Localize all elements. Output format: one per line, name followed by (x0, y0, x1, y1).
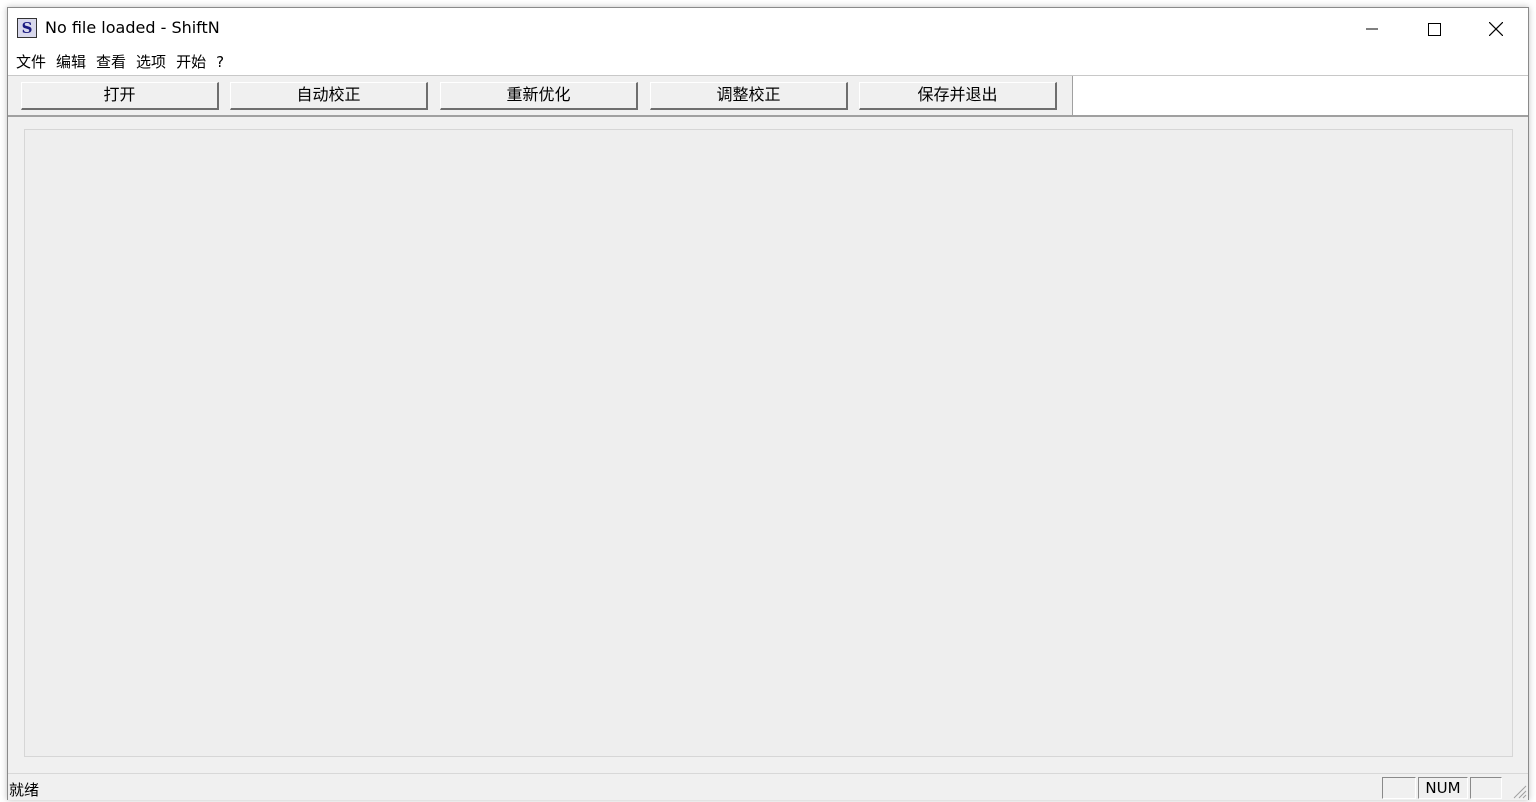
maximize-button[interactable] (1404, 8, 1464, 50)
menu-help[interactable]: ? (213, 51, 231, 73)
app-window: S No file loaded - ShiftN 文件 编辑 查看 选项 开始… (7, 7, 1529, 800)
menu-file[interactable]: 文件 (13, 51, 53, 73)
status-pane-caps (1382, 777, 1416, 799)
re-optimize-button[interactable]: 重新优化 (440, 82, 638, 110)
menu-edit[interactable]: 编辑 (53, 51, 93, 73)
close-icon (1489, 22, 1503, 36)
minimize-icon (1366, 28, 1378, 30)
menu-bar: 文件 编辑 查看 选项 开始 ? (8, 50, 1528, 74)
menu-start[interactable]: 开始 (173, 51, 213, 73)
close-button[interactable] (1466, 8, 1526, 50)
adjust-correction-button[interactable]: 调整校正 (650, 82, 848, 110)
minimize-button[interactable] (1342, 8, 1402, 50)
status-pane-num: NUM (1418, 777, 1468, 799)
toolbar: 打开 自动校正 重新优化 调整校正 保存并退出 (8, 75, 1528, 116)
title-bar[interactable]: S No file loaded - ShiftN (8, 8, 1528, 50)
menu-view[interactable]: 查看 (93, 51, 133, 73)
status-bar: 就绪 NUM (8, 773, 1528, 800)
open-button[interactable]: 打开 (21, 82, 219, 110)
maximize-icon (1427, 22, 1441, 36)
status-text: 就绪 (9, 781, 40, 799)
resize-grip-icon[interactable] (1511, 783, 1527, 799)
toolbar-panel: 打开 自动校正 重新优化 调整校正 保存并退出 (8, 76, 1073, 116)
menu-options[interactable]: 选项 (133, 51, 173, 73)
main-area (8, 117, 1528, 773)
auto-correct-button[interactable]: 自动校正 (230, 82, 428, 110)
window-title: No file loaded - ShiftN (45, 18, 220, 37)
app-icon[interactable]: S (17, 18, 37, 38)
status-pane-scroll (1470, 777, 1502, 799)
image-canvas[interactable] (24, 129, 1513, 757)
save-and-exit-button[interactable]: 保存并退出 (859, 82, 1057, 110)
